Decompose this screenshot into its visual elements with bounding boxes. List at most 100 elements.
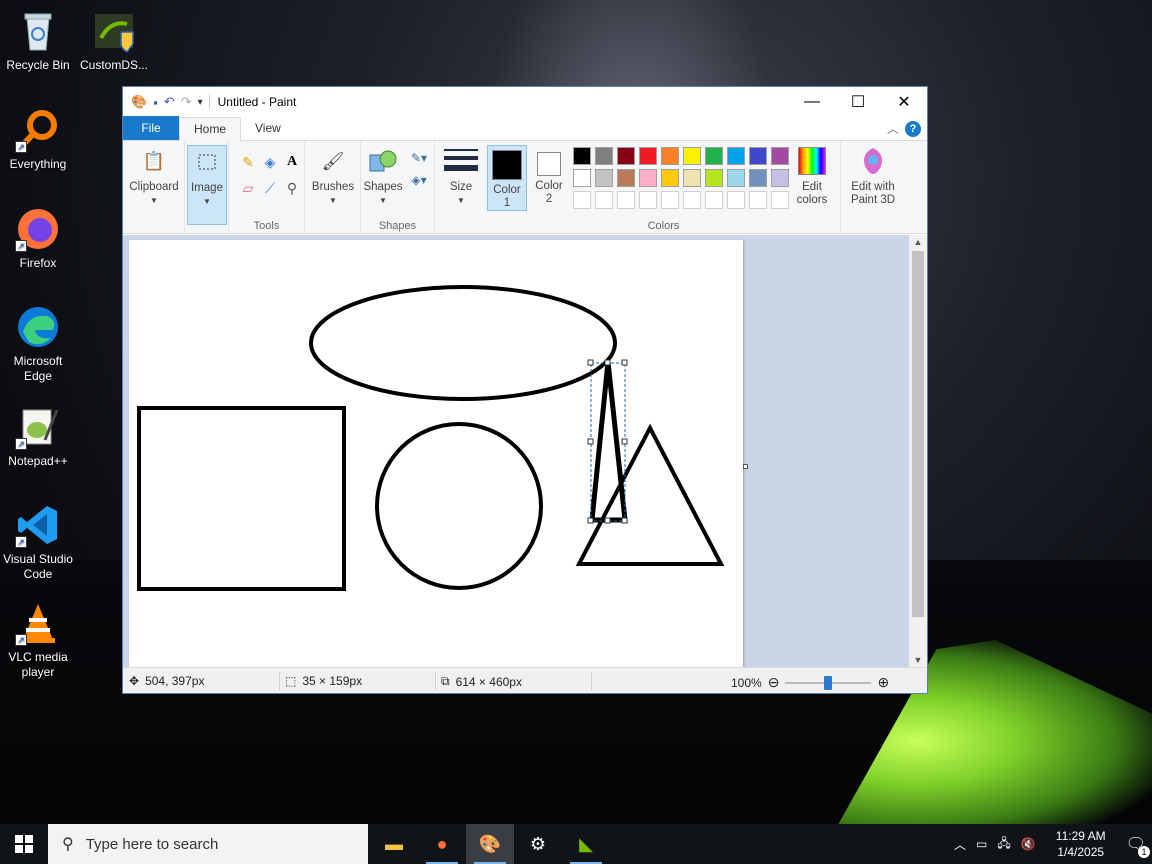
custom-color-swatch[interactable]: [749, 191, 767, 209]
fill-icon[interactable]: ◈: [261, 153, 279, 171]
redo-icon[interactable]: ↷: [181, 94, 192, 110]
custom-color-swatch[interactable]: [661, 191, 679, 209]
desktop-icon-notepadpp[interactable]: ↗ Notepad++: [0, 404, 76, 469]
palette-swatch[interactable]: [617, 169, 635, 187]
desktop-icon-label: Visual Studio Code: [3, 552, 73, 581]
shapes-button[interactable]: Shapes ▼: [363, 145, 403, 207]
palette-swatch[interactable]: [661, 147, 679, 165]
palette-swatch[interactable]: [639, 169, 657, 187]
text-icon[interactable]: A: [283, 153, 301, 171]
save-icon[interactable]: ▪: [153, 95, 158, 110]
palette-swatch[interactable]: [595, 147, 613, 165]
size-button[interactable]: Size ▼: [439, 145, 483, 207]
tab-file[interactable]: File: [123, 116, 179, 140]
customize-quick-access-icon[interactable]: ▾: [198, 97, 203, 108]
desktop-icon-edge[interactable]: Microsoft Edge: [0, 304, 76, 384]
palette-swatch[interactable]: [573, 147, 591, 165]
canvas-resize-handle[interactable]: [743, 464, 748, 469]
palette-swatch[interactable]: [749, 169, 767, 187]
custom-color-swatch[interactable]: [573, 191, 591, 209]
outline-icon[interactable]: ✎▾: [407, 149, 431, 167]
taskbar-search[interactable]: ⚲ Type here to search: [48, 824, 368, 864]
tab-home[interactable]: Home: [179, 117, 242, 141]
undo-icon[interactable]: ↶: [164, 94, 175, 110]
custom-color-swatch[interactable]: [595, 191, 613, 209]
palette-swatch[interactable]: [727, 147, 745, 165]
palette-swatch[interactable]: [573, 169, 591, 187]
clipboard-button[interactable]: 📋 Clipboard ▼: [127, 145, 181, 207]
scrollbar-thumb[interactable]: [912, 251, 924, 617]
color1-button[interactable]: Color 1: [487, 145, 527, 211]
help-icon[interactable]: ?: [905, 121, 921, 137]
zoom-in-icon[interactable]: ⊕: [877, 674, 889, 691]
palette-swatch[interactable]: [661, 169, 679, 187]
palette-swatch[interactable]: [683, 169, 701, 187]
network-icon[interactable]: 🖧: [997, 834, 1010, 855]
palette-swatch[interactable]: [705, 169, 723, 187]
desktop-icon-vscode[interactable]: ↗ Visual Studio Code: [0, 502, 76, 582]
close-button[interactable]: ✕: [881, 87, 927, 117]
collapse-ribbon-icon[interactable]: ︿: [887, 120, 899, 137]
battery-icon[interactable]: ▭: [976, 837, 987, 851]
desktop-icon-recycle-bin[interactable]: Recycle Bin: [0, 8, 76, 73]
chevron-up-icon[interactable]: ︿: [954, 836, 966, 853]
clock[interactable]: 11:29 AM 1/4/2025: [1046, 828, 1116, 860]
chevron-down-icon: ▼: [379, 196, 387, 205]
color-picker-icon[interactable]: ⟋: [261, 179, 279, 197]
start-button[interactable]: [0, 824, 48, 864]
custom-color-swatch[interactable]: [683, 191, 701, 209]
desktop-icon-vlc[interactable]: ↗ VLC media player: [0, 600, 76, 680]
taskbar-settings[interactable]: ⚙: [514, 824, 562, 864]
custom-color-swatch[interactable]: [617, 191, 635, 209]
taskbar-firefox[interactable]: ●: [418, 824, 466, 864]
taskbar-file-explorer[interactable]: ▬: [370, 824, 418, 864]
edit-with-paint3d-label: Edit with Paint 3D: [850, 181, 896, 206]
volume-muted-icon[interactable]: 🔇: [1021, 837, 1036, 851]
vertical-scrollbar[interactable]: ▲ ▼: [909, 235, 927, 667]
palette-swatch[interactable]: [683, 147, 701, 165]
zoom-out-icon[interactable]: ⊖: [768, 674, 780, 691]
minimize-button[interactable]: —: [789, 87, 835, 117]
magnifier-icon[interactable]: ⚲: [283, 179, 301, 197]
palette-swatch[interactable]: [705, 147, 723, 165]
eraser-icon[interactable]: ▱: [239, 179, 257, 197]
drawn-circle: [375, 422, 543, 590]
notification-icon[interactable]: 🗨 1: [1126, 834, 1150, 858]
zoom-slider[interactable]: [785, 675, 872, 690]
zoom-control: 100% ⊖ ⊕: [731, 674, 889, 691]
palette-swatch[interactable]: [617, 147, 635, 165]
tab-view[interactable]: View: [241, 116, 295, 140]
custom-color-swatch[interactable]: [639, 191, 657, 209]
brushes-button[interactable]: 🖌 Brushes ▼: [307, 145, 359, 207]
maximize-button[interactable]: ☐: [835, 87, 881, 117]
pencil-icon[interactable]: ✎: [239, 153, 257, 171]
taskbar-paint[interactable]: 🎨: [466, 824, 514, 864]
taskbar-nvidia[interactable]: ◣: [562, 824, 610, 864]
fill-shape-icon[interactable]: ◈▾: [407, 171, 431, 189]
scroll-down-icon[interactable]: ▼: [909, 655, 927, 665]
scroll-up-icon[interactable]: ▲: [909, 237, 927, 247]
custom-color-swatch[interactable]: [705, 191, 723, 209]
palette-swatch[interactable]: [595, 169, 613, 187]
desktop-icon-firefox[interactable]: ↗ Firefox: [0, 206, 76, 271]
title-bar[interactable]: 🎨 ▪ ↶ ↷ ▾ Untitled - Paint — ☐ ✕: [123, 87, 927, 117]
zoom-slider-thumb[interactable]: [824, 675, 833, 690]
desktop-icon-label: Recycle Bin: [6, 58, 70, 72]
drawing-canvas[interactable]: [129, 240, 743, 667]
edge-icon: [15, 304, 61, 350]
desktop-icon-label: CustomDS...: [79, 58, 148, 72]
image-button[interactable]: Image ▼: [187, 145, 227, 225]
edit-colors-button[interactable]: Edit colors: [787, 145, 837, 207]
palette-swatch[interactable]: [639, 147, 657, 165]
edit-with-paint3d-button[interactable]: Edit with Paint 3D: [843, 145, 903, 207]
clock-time: 11:29 AM: [1055, 829, 1106, 843]
desktop-icon-everything[interactable]: ↗ Everything: [0, 107, 76, 172]
drawing-svg: [137, 285, 725, 591]
palette-swatch[interactable]: [749, 147, 767, 165]
custom-color-swatch[interactable]: [727, 191, 745, 209]
color2-button[interactable]: Color 2: [529, 145, 569, 209]
color1-swatch: [492, 150, 522, 180]
desktop-icon-customds[interactable]: CustomDS...: [74, 8, 154, 73]
palette-swatch[interactable]: [727, 169, 745, 187]
tools-group-label: Tools: [253, 220, 280, 232]
